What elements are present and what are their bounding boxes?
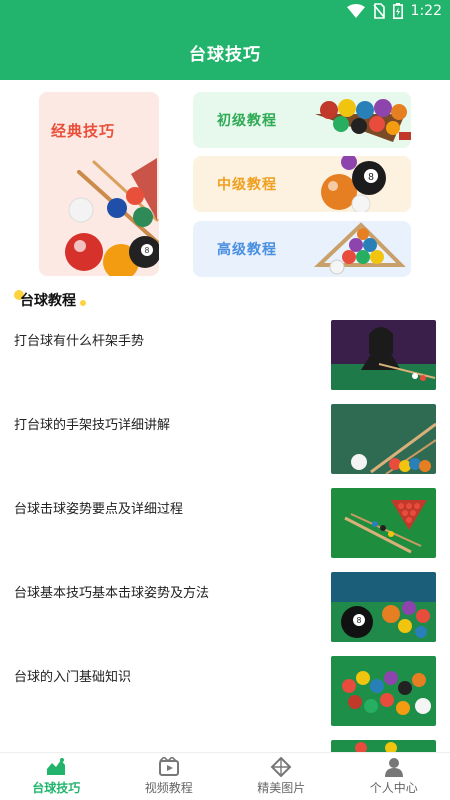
article-title: 台球击球姿势要点及详细过程 [14, 502, 184, 517]
page-title: 台球技巧 [189, 44, 261, 65]
svg-text:8: 8 [357, 616, 362, 625]
battery-icon [392, 3, 403, 19]
list-item[interactable]: 打台球的手架技巧详细讲解 [0, 404, 450, 488]
section-dot-small [80, 300, 86, 306]
nav-label: 台球技巧 [32, 781, 81, 795]
article-thumbnail [331, 320, 436, 390]
beginner-tutorial-label: 初级教程 [217, 113, 277, 129]
wifi-icon [346, 4, 365, 18]
article-thumbnail [331, 656, 436, 726]
diamond-icon [270, 757, 292, 777]
list-item-partial[interactable] [0, 740, 450, 752]
article-title: 台球的入门基础知识 [14, 670, 132, 685]
nav-tab-video-tutorials[interactable]: 视频教程 [113, 753, 226, 800]
article-title: 打台球的手架技巧详细讲解 [14, 418, 171, 433]
nav-tab-personal-center[interactable]: 个人中心 [338, 753, 450, 800]
nav-label: 个人中心 [369, 781, 418, 795]
list-item[interactable]: 打台球有什么杆架手势 [0, 320, 450, 404]
classic-skills-card[interactable]: 经典技巧 8 [39, 92, 159, 276]
app-bar: 台球技巧 [0, 24, 450, 80]
status-icons: 1:22 [346, 3, 442, 19]
person-icon [383, 757, 405, 777]
list-item[interactable]: 台球的入门基础知识 [0, 656, 450, 740]
nav-tab-billiard-skills[interactable]: 台球技巧 [0, 753, 113, 800]
billiard-balls-illustration: 8 [65, 158, 159, 276]
article-title: 打台球有什么杆架手势 [14, 334, 145, 349]
eight-ball-illustration: 8 [321, 156, 386, 212]
no-sim-icon [372, 3, 385, 19]
article-title: 台球基本技巧基本击球姿势及方法 [14, 586, 210, 601]
nav-label: 视频教程 [144, 781, 193, 795]
article-thumbnail [331, 740, 436, 752]
intermediate-tutorial-label: 中级教程 [217, 177, 277, 193]
beginner-tutorial-card[interactable]: 初级教程 [193, 92, 411, 148]
list-item[interactable]: 台球击球姿势要点及详细过程 [0, 488, 450, 572]
bottom-navigation: 台球技巧 视频教程 精美图片 个人中心 [0, 752, 450, 800]
nav-label: 精美图片 [257, 781, 306, 795]
article-thumbnail [331, 404, 436, 474]
list-item[interactable]: 台球基本技巧基本击球姿势及方法 8 [0, 572, 450, 656]
triangle-rack-illustration [314, 222, 406, 275]
status-bar: 1:22 [0, 0, 450, 24]
section-title: 台球教程 [20, 293, 76, 309]
video-icon [158, 757, 180, 777]
status-time: 1:22 [410, 3, 442, 19]
nav-tab-beautiful-images[interactable]: 精美图片 [225, 753, 338, 800]
feature-cards: 经典技巧 8 初级教程 中级教程 8 高级教程 [0, 80, 450, 285]
article-thumbnail: 8 [331, 572, 436, 642]
ball-rack-illustration [315, 99, 411, 142]
intermediate-tutorial-card[interactable]: 中级教程 8 [193, 156, 411, 212]
svg-text:8: 8 [145, 246, 150, 255]
chart-icon [45, 757, 67, 777]
advanced-tutorial-card[interactable]: 高级教程 [193, 221, 411, 277]
advanced-tutorial-label: 高级教程 [217, 242, 277, 258]
section-heading: 台球教程 [14, 288, 86, 312]
svg-text:8: 8 [368, 172, 374, 183]
article-thumbnail [331, 488, 436, 558]
